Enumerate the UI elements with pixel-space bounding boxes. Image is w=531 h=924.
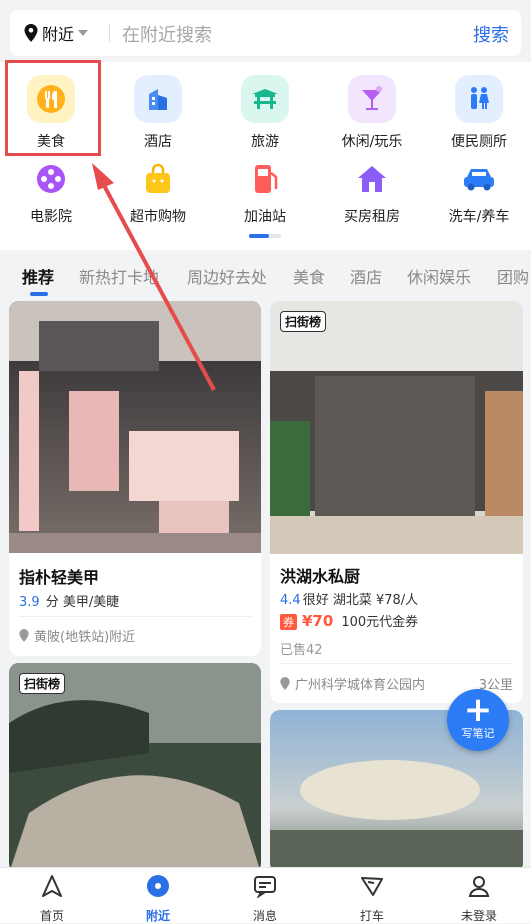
location-label: 附近 — [42, 25, 75, 44]
tab-food[interactable]: 美食 — [293, 264, 325, 288]
rating-score: 4.4 — [280, 593, 301, 608]
page-indicator — [249, 234, 281, 238]
cocktail-icon — [348, 75, 396, 123]
tab-recommended[interactable]: 推荐 — [22, 264, 54, 288]
card-location: 黄陂(地铁站)附近 — [19, 626, 135, 645]
tab-nearby-places[interactable]: 周边好去处 — [187, 264, 267, 288]
category-label: 加油站 — [244, 209, 286, 225]
category-label: 洗车/养车 — [448, 209, 510, 225]
category-car-wash[interactable]: 洗车/养车 — [429, 162, 529, 226]
top-bar: 附近 在附近搜索 搜索 — [0, 0, 531, 62]
nav-nearby[interactable]: 附近 — [118, 874, 198, 924]
category-supermarket[interactable]: 超市购物 — [108, 162, 208, 226]
coupon-price: ¥70 — [302, 612, 334, 630]
car-icon — [462, 162, 496, 196]
navigation-arrow-icon — [42, 875, 62, 897]
nav-label: 附近 — [145, 909, 170, 923]
ranking-badge: 扫街榜 — [19, 673, 66, 694]
user-icon — [468, 876, 490, 897]
card-meta: 4.4 很好 湖北菜 ¥78/人 — [280, 589, 418, 608]
category-label: 休闲/玩乐 — [341, 134, 403, 150]
coupon-text: 100元代金券 — [341, 615, 419, 630]
plus-icon: + — [463, 690, 493, 730]
coupon-row[interactable]: 券 ¥70 100元代金券 — [280, 611, 418, 630]
gas-pump-icon — [248, 162, 282, 196]
card-title: 洪湖水私厨 — [280, 567, 361, 586]
sold-count: 已售42 — [280, 643, 323, 658]
feed-tabs: 推荐 新热打卡地 周边好去处 美食 酒店 休闲娱乐 团购 — [0, 250, 531, 296]
card-title: 指朴轻美甲 — [19, 568, 100, 587]
category-label: 酒店 — [144, 134, 172, 150]
tab-entertainment[interactable]: 休闲娱乐 — [407, 264, 471, 288]
category-label: 超市购物 — [130, 209, 186, 225]
chevron-down-icon — [78, 30, 89, 36]
tab-trending[interactable]: 新热打卡地 — [79, 264, 159, 288]
nav-messages[interactable]: 消息 — [225, 874, 305, 924]
pagoda-gate-icon — [241, 75, 289, 123]
restroom-icon — [455, 75, 503, 123]
location-selector[interactable]: 附近 — [24, 22, 89, 44]
location-pin-icon — [24, 24, 38, 42]
card-category: 分 美甲/美睫 — [45, 595, 120, 610]
house-icon — [355, 162, 389, 196]
category-cinema[interactable]: 电影院 — [1, 162, 101, 226]
taxi-icon — [361, 877, 383, 896]
nav-label: 未登录 — [460, 909, 497, 923]
category-leisure[interactable]: 休闲/玩乐 — [322, 75, 422, 151]
feed-card[interactable]: 指朴轻美甲 3.9 分 美甲/美睫 黄陂(地铁站)附近 — [9, 301, 261, 656]
category-label: 买房租房 — [344, 209, 400, 225]
rating-score: 3.9 — [19, 595, 40, 610]
scenery-photo — [9, 663, 261, 873]
nav-label: 首页 — [39, 909, 64, 923]
ranking-badge: 扫街榜 — [280, 311, 327, 332]
film-reel-icon — [34, 162, 68, 196]
nav-taxi[interactable]: 打车 — [332, 874, 412, 924]
coupon-tag: 券 — [280, 614, 297, 630]
nav-label: 消息 — [252, 909, 277, 923]
location-text: 广州科学城体育公园内 — [295, 678, 426, 693]
nearby-dot-icon — [147, 875, 169, 897]
category-restroom[interactable]: 便民厕所 — [429, 75, 529, 151]
nav-account[interactable]: 未登录 — [439, 874, 519, 924]
divider — [19, 616, 251, 617]
search-bar[interactable]: 附近 在附近搜索 搜索 — [10, 10, 521, 56]
tab-hotel[interactable]: 酒店 — [350, 264, 382, 288]
fab-label: 写笔记 — [461, 727, 495, 740]
restaurant-photo — [270, 301, 523, 554]
shop-photo — [9, 301, 261, 553]
category-travel[interactable]: 旅游 — [215, 75, 315, 151]
card-meta: 3.9 分 美甲/美睫 — [19, 591, 119, 610]
category-label: 电影院 — [30, 209, 72, 225]
write-note-button[interactable]: + 写笔记 — [447, 689, 509, 751]
shopping-bag-icon — [141, 162, 175, 196]
category-label: 便民厕所 — [451, 134, 507, 150]
tab-group-buy[interactable]: 团购 — [497, 264, 529, 288]
divider — [109, 24, 110, 42]
location-pin-icon — [280, 677, 290, 690]
card-category: 很好 湖北菜 ¥78/人 — [302, 593, 419, 608]
message-icon — [254, 876, 276, 899]
category-label: 旅游 — [251, 134, 279, 150]
location-pin-icon — [19, 629, 29, 642]
category-hotel[interactable]: 酒店 — [108, 75, 208, 151]
nav-home[interactable]: 首页 — [12, 874, 92, 924]
divider — [280, 663, 513, 664]
hotel-building-icon — [134, 75, 182, 123]
tab-underline — [30, 292, 48, 296]
search-button[interactable]: 搜索 — [473, 21, 509, 47]
search-input[interactable]: 在附近搜索 — [122, 21, 212, 47]
nav-label: 打车 — [359, 909, 384, 923]
feed-card[interactable]: 扫街榜 — [9, 663, 261, 873]
location-text: 黄陂(地铁站)附近 — [34, 630, 136, 645]
highlight-box — [5, 60, 101, 156]
feed-card[interactable]: 扫街榜 洪湖水私厨 4.4 很好 湖北菜 ¥78/人 券 ¥70 100元代金券 已售… — [270, 301, 523, 703]
bottom-nav: 首页 附近 消息 打车 未登录 — [0, 867, 531, 923]
category-real-estate[interactable]: 买房租房 — [322, 162, 422, 226]
category-gas-station[interactable]: 加油站 — [215, 162, 315, 226]
